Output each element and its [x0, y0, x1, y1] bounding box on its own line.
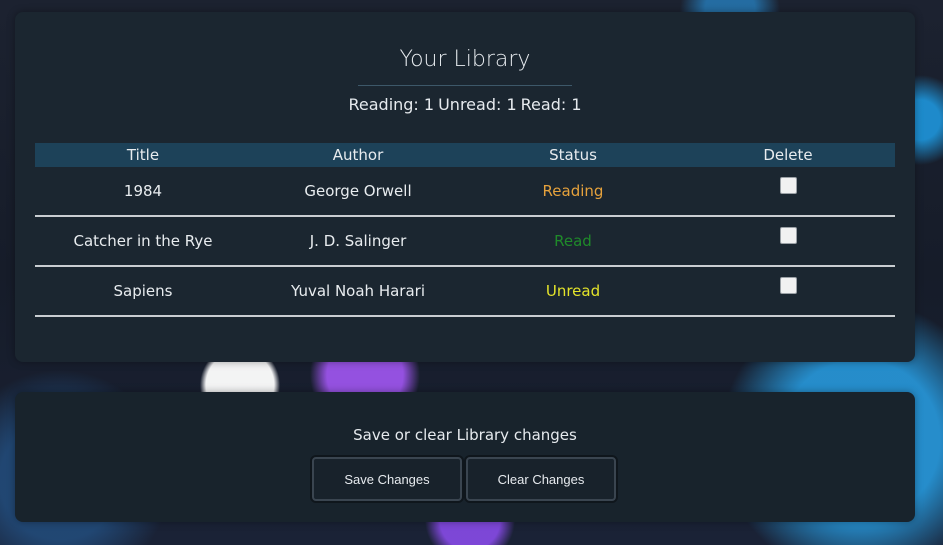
table-row: Catcher in the Rye J. D. Salinger Read	[35, 216, 895, 267]
books-table: Title Author Status Delete 1984 George O…	[35, 143, 895, 317]
column-header-delete: Delete	[763, 146, 813, 164]
column-header-title: Title	[126, 146, 160, 164]
clear-changes-button[interactable]: Clear Changes	[466, 457, 616, 501]
status-counts: Reading: 1 Unread: 1 Read: 1	[15, 95, 915, 114]
book-title: 1984	[35, 167, 251, 217]
book-status: Reading	[465, 167, 681, 217]
book-title: Catcher in the Rye	[35, 216, 251, 267]
actions-panel: Save or clear Library changes Save Chang…	[15, 392, 915, 522]
save-changes-button[interactable]: Save Changes	[312, 457, 462, 501]
library-title: Your Library	[399, 47, 531, 72]
book-status: Read	[465, 216, 681, 267]
book-title: Sapiens	[35, 266, 251, 317]
book-author: J. D. Salinger	[251, 216, 465, 267]
title-underline	[358, 85, 572, 86]
delete-checkbox[interactable]	[779, 276, 797, 294]
unread-count: Unread: 1	[438, 95, 517, 114]
read-count: Read: 1	[520, 95, 582, 114]
library-panel: Your Library Reading: 1 Unread: 1 Read: 1 …	[15, 12, 915, 362]
table-header-row: Title Author Status Delete	[35, 143, 895, 167]
book-status: Unread	[465, 266, 681, 317]
delete-checkbox[interactable]	[779, 176, 797, 194]
table-row: 1984 George Orwell Reading	[35, 167, 895, 217]
delete-checkbox[interactable]	[779, 226, 797, 244]
delete-cell	[681, 216, 895, 267]
book-author: George Orwell	[251, 167, 465, 217]
delete-cell	[681, 167, 895, 217]
table-row: Sapiens Yuval Noah Harari Unread	[35, 266, 895, 317]
column-header-status: Status	[549, 146, 597, 164]
reading-count: Reading: 1	[348, 95, 435, 114]
actions-prompt: Save or clear Library changes	[353, 426, 577, 444]
delete-cell	[681, 266, 895, 317]
column-header-author: Author	[332, 146, 384, 164]
book-author: Yuval Noah Harari	[251, 266, 465, 317]
